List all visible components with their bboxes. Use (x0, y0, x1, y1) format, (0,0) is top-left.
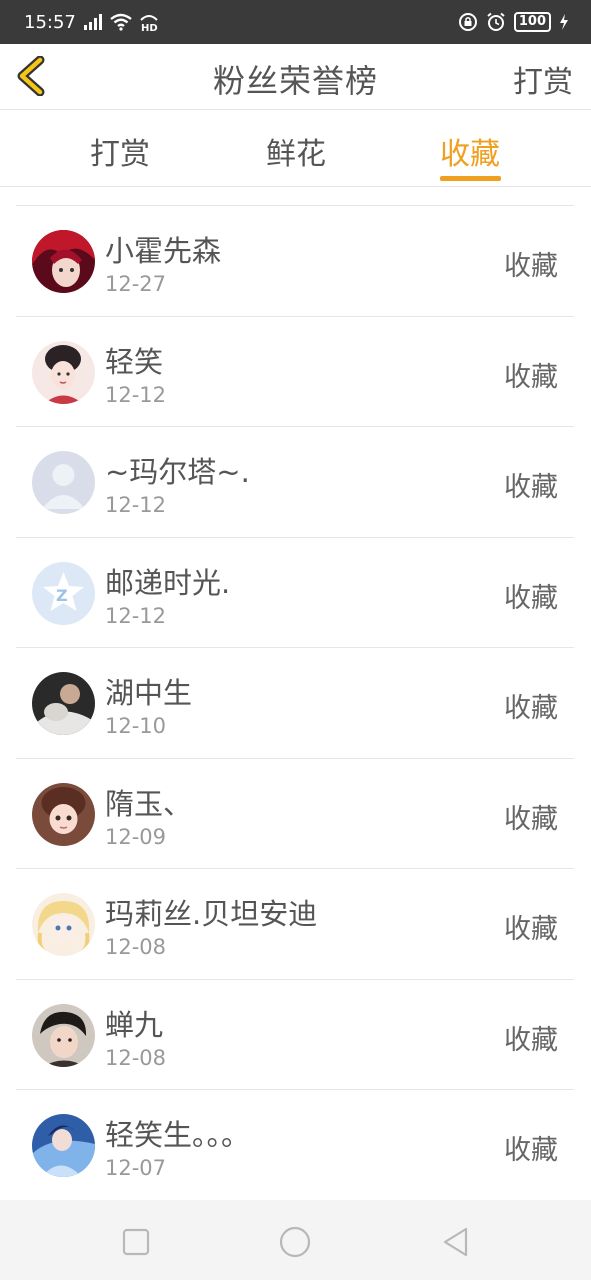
hd-call-icon: HD (138, 12, 160, 32)
list-item[interactable]: 玛莉丝.贝坦安迪 12-08 收藏 (16, 869, 574, 980)
svg-text:HD: HD (141, 23, 158, 32)
status-left: 15:57 HD (24, 12, 160, 33)
avatar[interactable] (32, 893, 95, 956)
fan-date: 12-10 (105, 714, 167, 738)
status-right: 100 (458, 12, 569, 32)
fan-date: 12-12 (105, 493, 167, 517)
active-tab-indicator (440, 176, 501, 181)
list-item[interactable]: 蝉九 12-08 收藏 (16, 980, 574, 1090)
fan-name: 湖中生 (105, 676, 193, 710)
fan-action: 收藏 (504, 803, 558, 835)
avatar[interactable] (32, 672, 95, 735)
status-time: 15:57 (24, 11, 76, 33)
header: 粉丝荣誉榜 打赏 (0, 44, 591, 110)
avatar[interactable] (32, 1114, 95, 1177)
list-item[interactable]: 轻笑生。。。 12-07 收藏 (16, 1090, 574, 1201)
tab-reward[interactable]: 打赏 (60, 129, 180, 173)
fan-action: 收藏 (504, 251, 558, 282)
list-item[interactable]: Z 邮递时光. 12-12 收藏 (16, 538, 574, 648)
fan-date: 12-09 (105, 824, 167, 849)
list-item[interactable]: 小霍先森 12-27 收藏 (16, 206, 574, 317)
alarm-icon (486, 12, 506, 32)
avatar[interactable] (32, 230, 95, 293)
list-item[interactable]: 隋玉、 12-09 收藏 (16, 759, 574, 869)
recents-button[interactable] (116, 1222, 156, 1262)
avatar[interactable] (32, 340, 95, 404)
list-item[interactable]: 轻笑 12-12 收藏 (16, 317, 574, 427)
reward-button[interactable]: 打赏 (513, 57, 573, 101)
avatar[interactable]: Z (32, 561, 95, 625)
fan-action: 收藏 (504, 1135, 558, 1166)
fan-date: 12-07 (105, 1156, 167, 1180)
fan-name: 轻笑生。。。 (105, 1118, 251, 1152)
system-nav-bar (0, 1200, 591, 1280)
fan-list: 小霍先森 12-27 收藏 轻笑 12-12 收藏 ~玛尔塔~. 12-12 收… (16, 205, 574, 1201)
fan-name: 玛莉丝.贝坦安迪 (105, 897, 318, 931)
battery-indicator: 100 (513, 12, 551, 32)
back-nav-button[interactable] (436, 1222, 476, 1262)
svg-text:Z: Z (56, 586, 68, 605)
fan-action: 收藏 (504, 693, 558, 724)
fan-name: 蝉九 (105, 1007, 164, 1042)
tab-collect[interactable]: 收藏 (410, 129, 530, 173)
fan-name: 小霍先森 (105, 234, 222, 268)
charging-icon (559, 14, 569, 30)
wifi-icon (110, 13, 132, 31)
square-icon (122, 1228, 150, 1256)
status-bar: 15:57 HD 100 (0, 0, 591, 44)
fan-action: 收藏 (504, 582, 558, 614)
tab-bar: 打赏 鲜花 收藏 (0, 111, 591, 187)
fan-date: 12-27 (105, 272, 167, 296)
fan-action: 收藏 (504, 472, 558, 503)
home-button[interactable] (275, 1222, 315, 1262)
fan-name: 邮递时光. (105, 565, 231, 600)
avatar[interactable] (32, 451, 95, 514)
page-title: 粉丝荣誉榜 (212, 62, 378, 100)
signal-icon (82, 13, 104, 31)
fan-name: ~玛尔塔~. (105, 455, 250, 489)
triangle-back-icon (443, 1227, 468, 1257)
fan-action: 收藏 (504, 1024, 558, 1056)
list-item[interactable]: ~玛尔塔~. 12-12 收藏 (16, 427, 574, 538)
fan-name: 轻笑 (105, 344, 164, 379)
fan-date: 12-08 (105, 935, 167, 959)
fan-name: 隋玉、 (105, 786, 193, 821)
avatar[interactable] (32, 782, 95, 846)
fan-date: 12-12 (105, 382, 167, 407)
fan-action: 收藏 (504, 361, 558, 393)
tab-flowers[interactable]: 鲜花 (236, 129, 356, 173)
fan-date: 12-12 (105, 603, 167, 628)
circle-icon (279, 1226, 311, 1258)
lock-rotation-icon (458, 12, 478, 32)
fan-date: 12-08 (105, 1045, 167, 1070)
list-item[interactable]: 湖中生 12-10 收藏 (16, 648, 574, 759)
fan-action: 收藏 (504, 914, 558, 945)
avatar[interactable] (32, 1003, 95, 1067)
